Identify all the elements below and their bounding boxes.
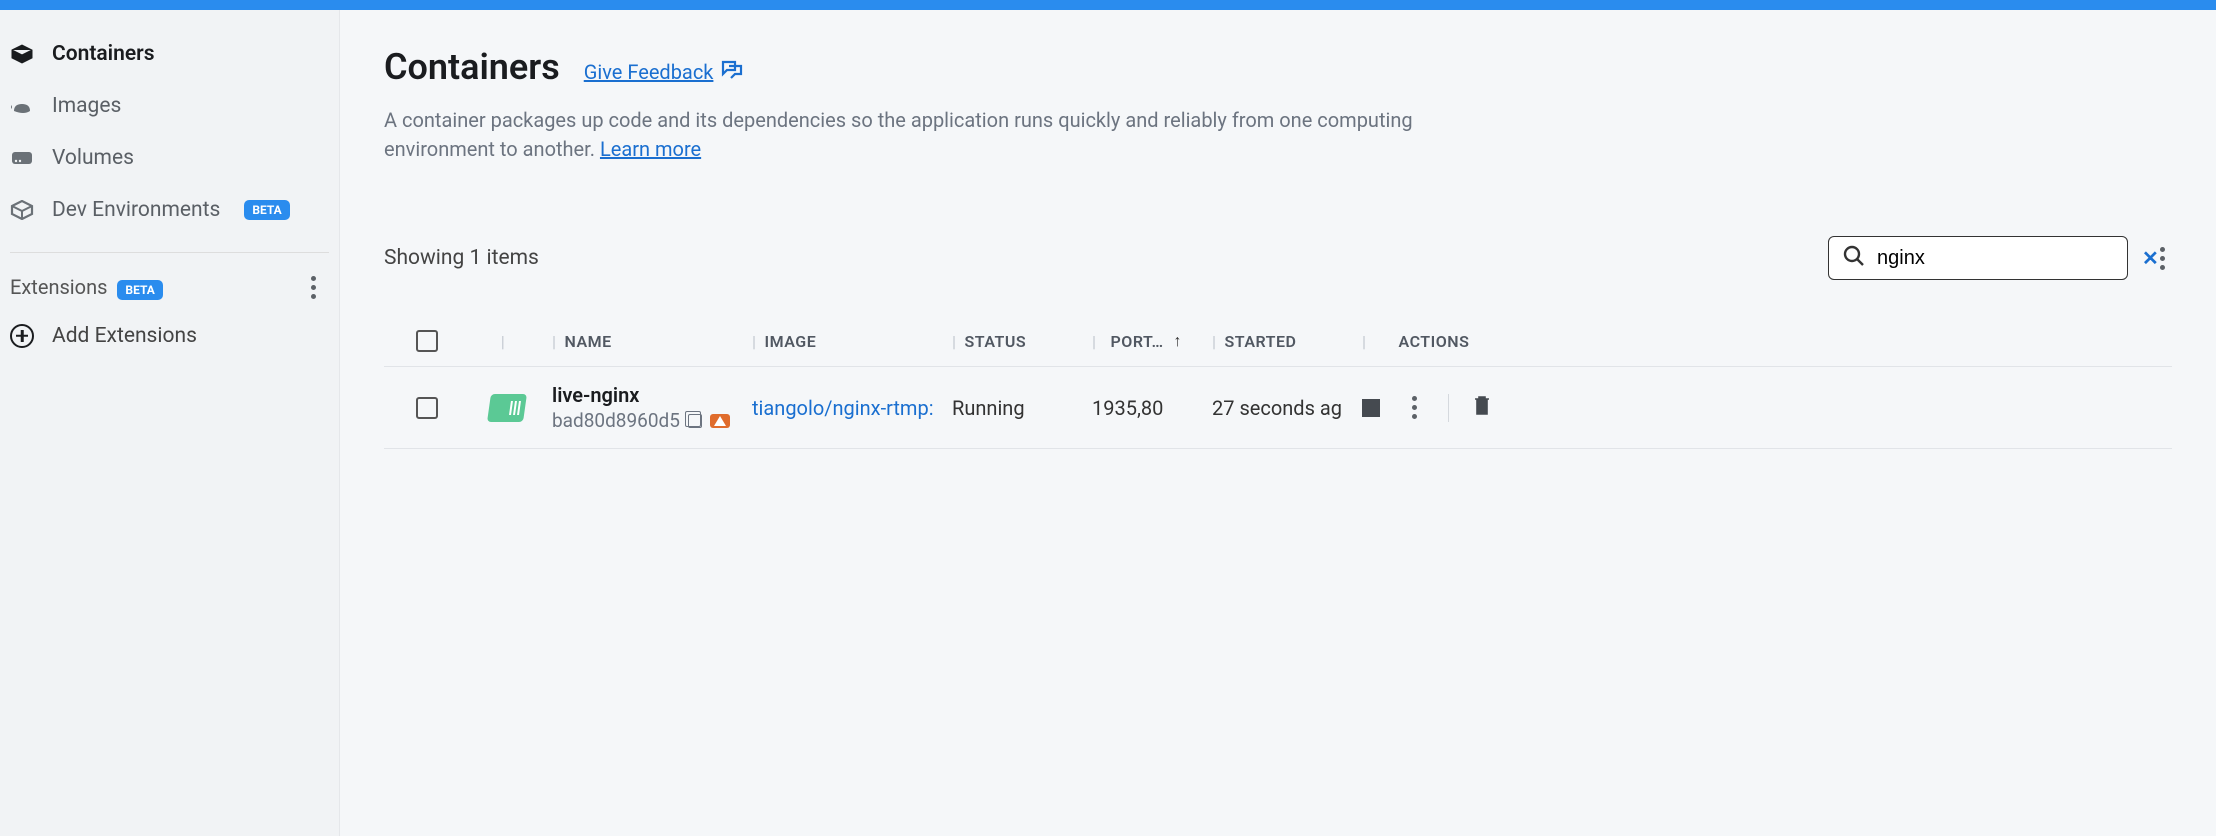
sidebar-item-volumes[interactable]: Volumes: [0, 132, 339, 184]
beta-badge: BETA: [117, 280, 162, 300]
th-status[interactable]: STATUS: [965, 332, 1027, 351]
search-box[interactable]: ✕: [1828, 236, 2128, 280]
row-checkbox[interactable]: [416, 397, 438, 419]
dev-env-icon: [10, 198, 34, 222]
page-title: Containers: [384, 46, 560, 88]
table-row[interactable]: live-nginx bad80d8960d5 tiangolo/nginx-r…: [384, 367, 2172, 449]
container-name[interactable]: live-nginx: [552, 383, 752, 407]
feedback-label: Give Feedback: [584, 60, 714, 84]
th-actions: ACTIONS: [1399, 332, 1470, 351]
images-icon: [10, 94, 34, 118]
extensions-menu-button[interactable]: [303, 275, 323, 299]
container-running-icon: [487, 394, 527, 422]
th-name[interactable]: NAME: [565, 332, 612, 351]
divider: [10, 252, 329, 253]
page-description: A container packages up code and its dep…: [384, 106, 1424, 164]
th-image[interactable]: IMAGE: [765, 332, 817, 351]
separator: [1448, 394, 1449, 422]
started-text: 27 seconds ag: [1212, 396, 1342, 420]
stop-button[interactable]: [1362, 399, 1380, 417]
row-menu-button[interactable]: [1404, 396, 1424, 420]
give-feedback-link[interactable]: Give Feedback: [584, 60, 744, 85]
copy-icon[interactable]: [688, 414, 702, 428]
search-icon: [1843, 245, 1865, 271]
sidebar-label: Dev Environments: [52, 198, 220, 222]
main-content: Containers Give Feedback A container pac…: [340, 10, 2216, 836]
containers-icon: [10, 42, 34, 66]
learn-more-link[interactable]: Learn more: [600, 137, 701, 161]
sidebar-item-containers[interactable]: Containers: [0, 28, 339, 80]
select-all-checkbox[interactable]: [416, 330, 438, 352]
volumes-icon: [10, 146, 34, 170]
top-bar: [0, 0, 2216, 10]
containers-table: | |NAME |IMAGE |STATUS |PORT…↑ |STARTED …: [384, 316, 2172, 449]
add-extensions-label: Add Extensions: [52, 324, 197, 348]
sidebar-label: Volumes: [52, 146, 134, 170]
th-ports[interactable]: PORT…: [1111, 332, 1164, 351]
sort-asc-icon[interactable]: ↑: [1174, 331, 1183, 351]
container-id: bad80d8960d5: [552, 409, 680, 432]
showing-count: Showing 1 items: [384, 246, 539, 270]
th-started[interactable]: STARTED: [1225, 332, 1297, 351]
sidebar: Containers Images Volumes Dev Environmen…: [0, 10, 340, 836]
status-text: Running: [952, 396, 1025, 420]
delete-button[interactable]: [1473, 394, 1491, 421]
sidebar-label: Images: [52, 94, 121, 118]
warning-triangle-icon: [714, 416, 726, 426]
add-extensions-button[interactable]: Add Extensions: [0, 306, 339, 366]
search-input[interactable]: [1877, 247, 2142, 270]
list-options-button[interactable]: [2152, 246, 2172, 270]
feedback-icon: [721, 60, 743, 85]
sidebar-item-images[interactable]: Images: [0, 80, 339, 132]
sidebar-label: Containers: [52, 42, 155, 66]
plus-circle-icon: [10, 324, 34, 348]
warning-badge[interactable]: [710, 414, 730, 428]
image-link[interactable]: tiangolo/nginx-rtmp:: [752, 396, 934, 420]
ports-text[interactable]: 1935,80: [1092, 396, 1163, 420]
sidebar-item-dev-environments[interactable]: Dev Environments BETA: [0, 184, 339, 236]
extensions-heading: Extensions: [10, 275, 107, 299]
table-header: | |NAME |IMAGE |STATUS |PORT…↑ |STARTED …: [384, 316, 2172, 367]
beta-badge: BETA: [244, 200, 289, 220]
